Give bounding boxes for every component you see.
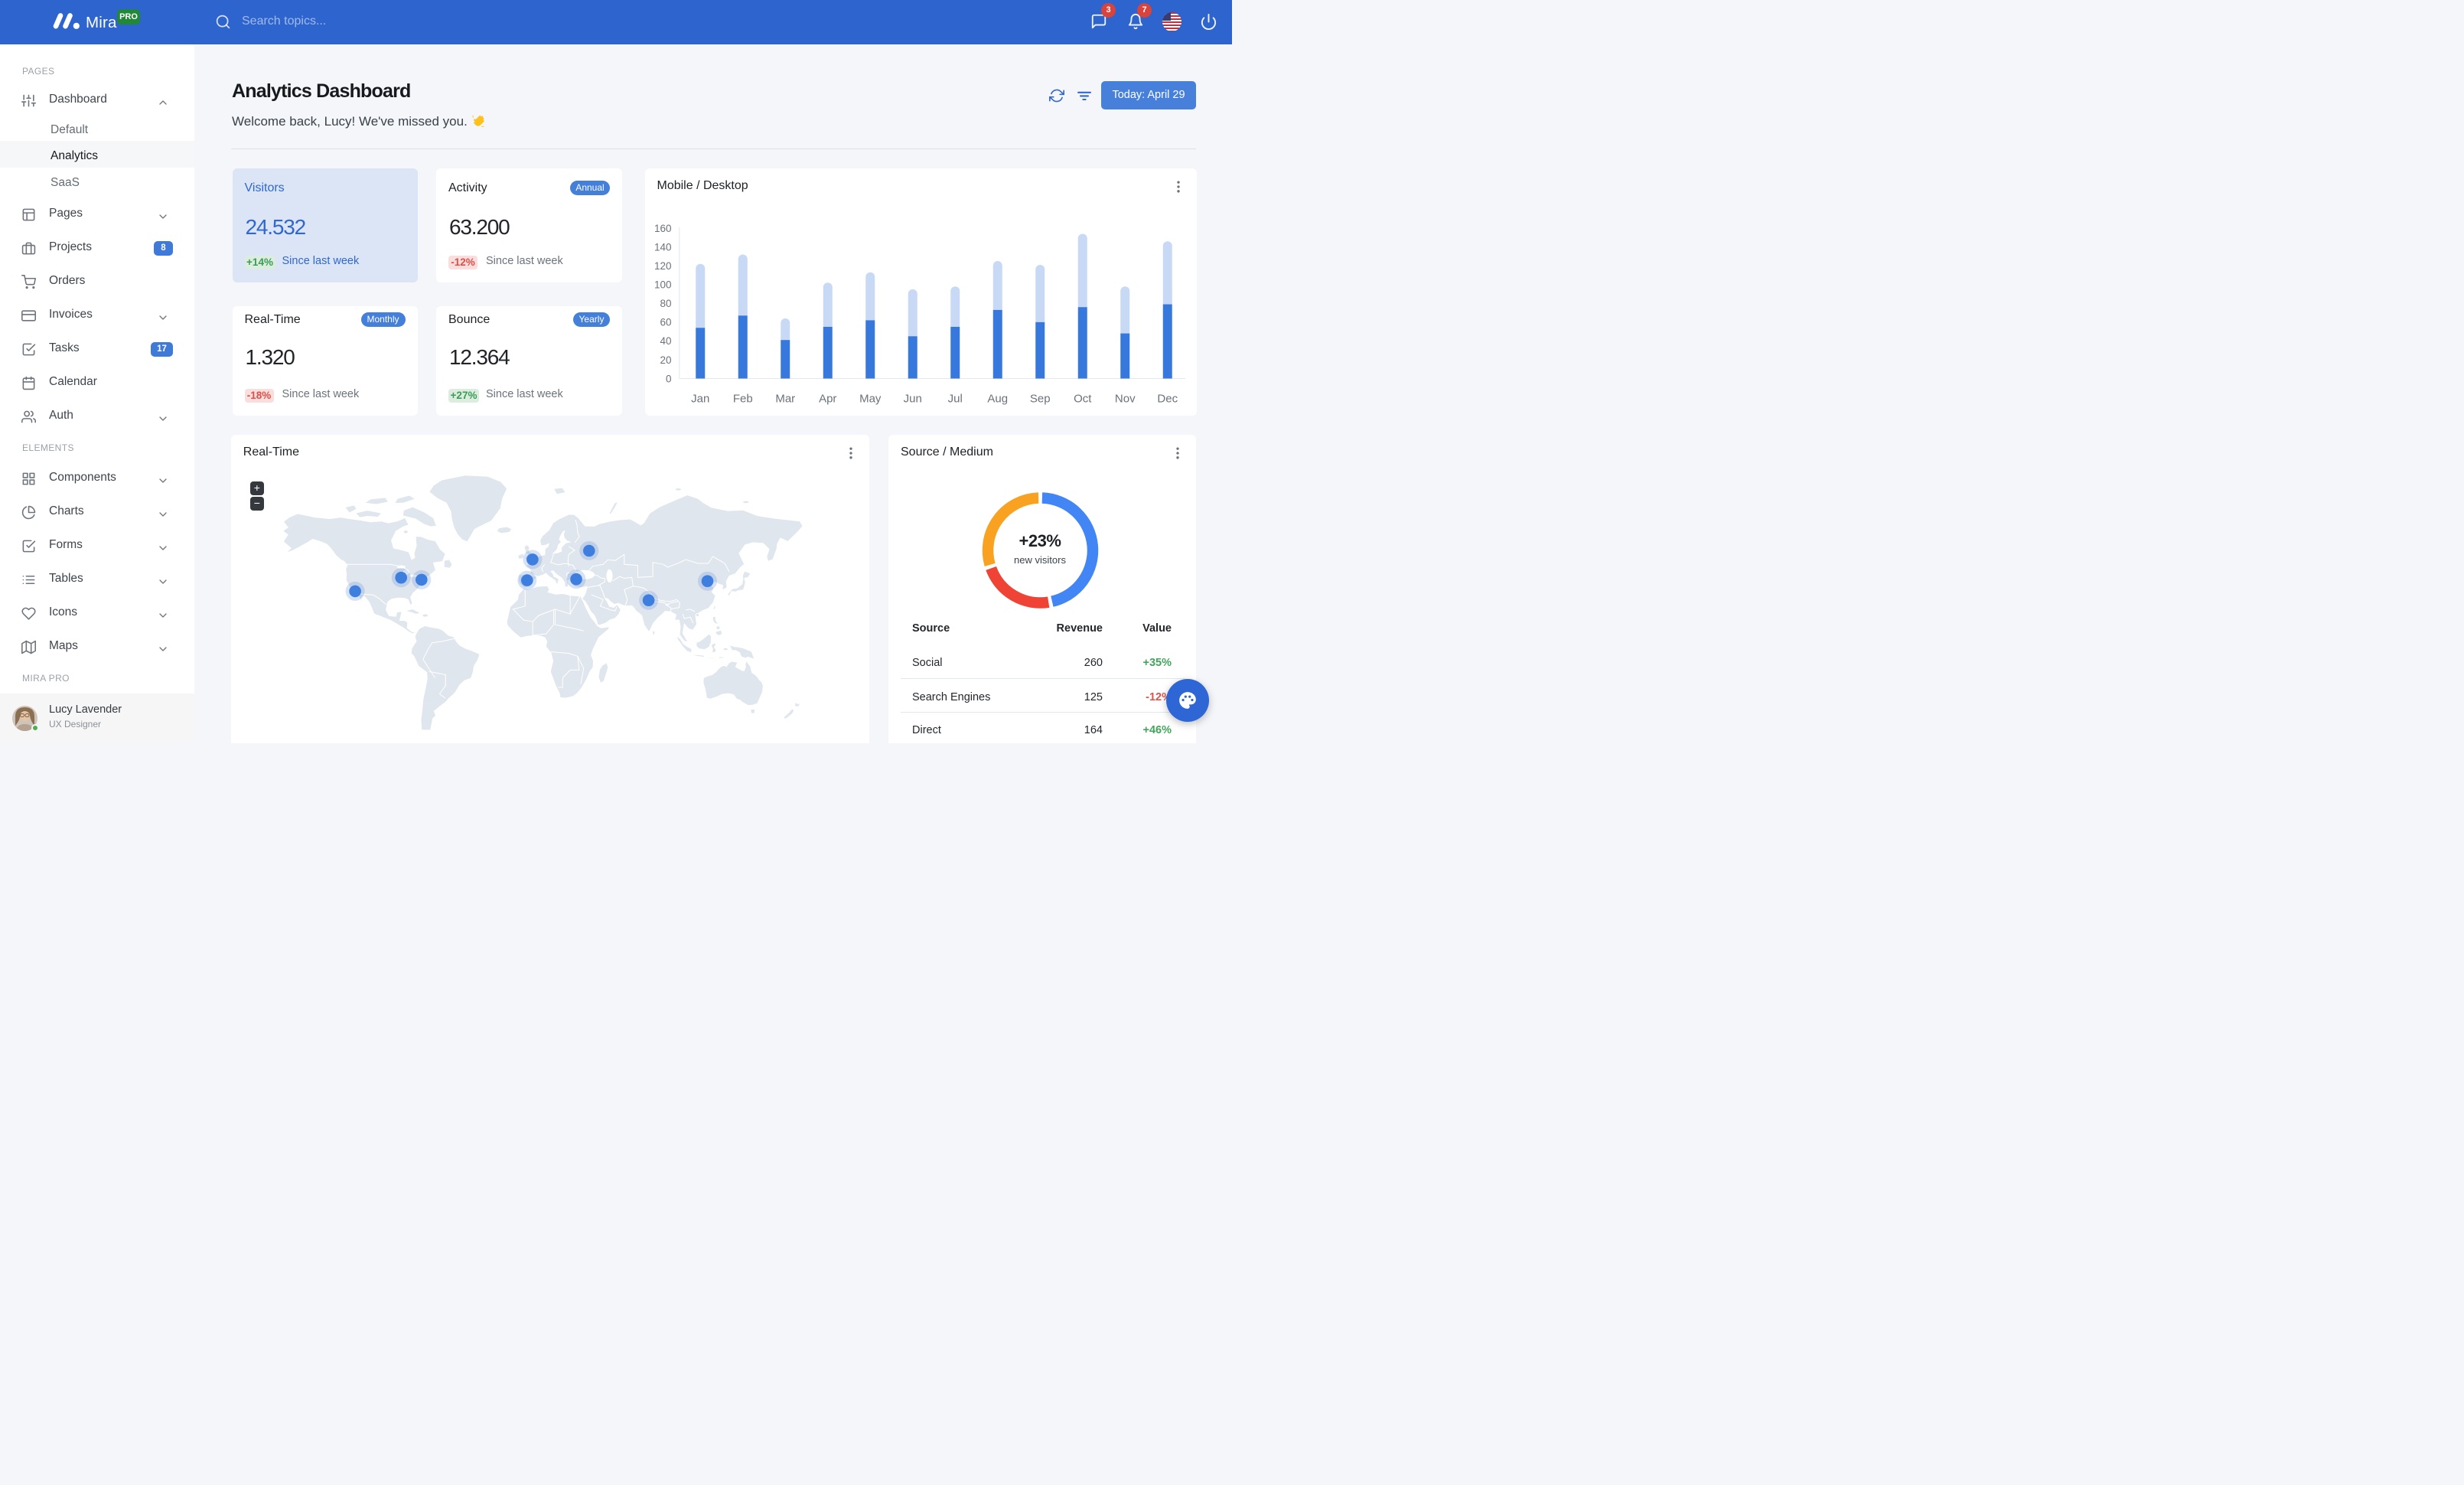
svg-text:20: 20 (660, 354, 671, 365)
svg-text:120: 120 (653, 260, 671, 272)
svg-text:140: 140 (653, 241, 671, 253)
svg-text:80: 80 (660, 298, 671, 309)
svg-text:Jul: Jul (947, 392, 962, 405)
svg-text:Mar: Mar (775, 392, 795, 405)
svg-text:Jan: Jan (691, 392, 709, 405)
svg-text:160: 160 (653, 222, 671, 233)
svg-text:Dec: Dec (1157, 392, 1178, 405)
svg-text:0: 0 (665, 373, 671, 384)
svg-text:Feb: Feb (732, 392, 752, 405)
svg-text:60: 60 (660, 316, 671, 328)
svg-text:Sep: Sep (1029, 392, 1050, 405)
svg-text:100: 100 (653, 279, 671, 290)
svg-text:May: May (859, 392, 882, 405)
svg-text:40: 40 (660, 335, 671, 347)
svg-text:Nov: Nov (1114, 392, 1135, 405)
svg-text:Aug: Aug (987, 392, 1008, 405)
svg-text:Apr: Apr (819, 392, 836, 405)
svg-text:Jun: Jun (903, 392, 921, 405)
svg-text:Oct: Oct (1074, 392, 1092, 405)
